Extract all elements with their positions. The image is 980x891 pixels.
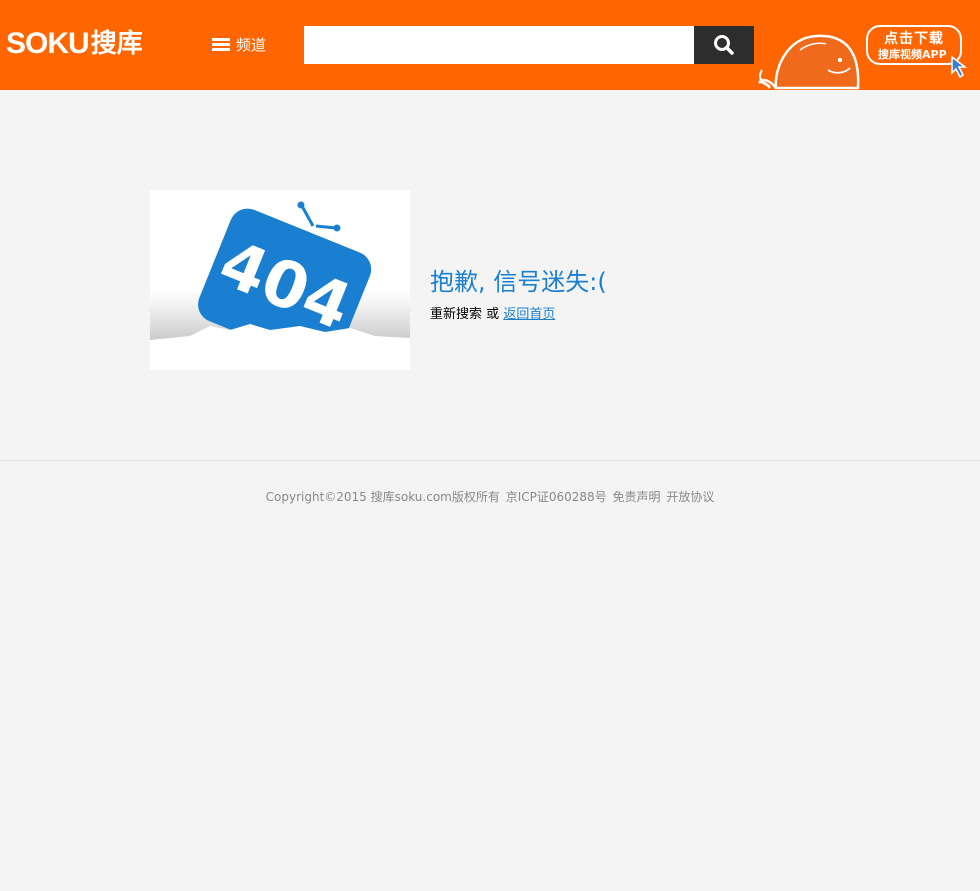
- or-text: 或: [486, 307, 500, 322]
- icp-link[interactable]: 京ICP证060288号: [506, 490, 607, 504]
- channel-label: 频道: [236, 36, 267, 54]
- error-404-illustration: 404: [150, 190, 410, 370]
- header-bar: SOKU 搜库 频道 点击下载 搜库视频APP: [0, 0, 980, 90]
- search-input[interactable]: [304, 26, 694, 64]
- footer: Copyright©2015 搜库soku.com版权所有 京ICP证06028…: [0, 489, 980, 505]
- soku-logo[interactable]: SOKU 搜库: [6, 28, 143, 60]
- channel-menu-button[interactable]: 频道: [212, 34, 266, 56]
- menu-icon: [212, 38, 230, 52]
- error-actions: 重新搜索 或 返回首页: [430, 306, 555, 324]
- home-link[interactable]: 返回首页: [503, 307, 555, 322]
- logo-text-cn: 搜库: [90, 29, 143, 59]
- badge-line1: 点击下载: [884, 31, 944, 47]
- search-button[interactable]: [694, 26, 754, 64]
- copyright-text: Copyright©2015 搜库soku.com版权所有: [265, 490, 500, 504]
- disclaimer-link[interactable]: 免责声明: [612, 490, 660, 504]
- logo-text-en: SOKU: [6, 27, 90, 60]
- cursor-arrow-icon: [951, 55, 968, 79]
- footer-divider: [0, 460, 980, 461]
- whale-mascot-icon: [757, 34, 860, 90]
- badge-line2: 搜库视频APP: [878, 48, 947, 61]
- research-link[interactable]: 重新搜索: [430, 307, 482, 322]
- search-icon: [714, 35, 734, 55]
- app-download-badge[interactable]: 点击下载 搜库视频APP: [866, 25, 972, 79]
- open-protocol-link[interactable]: 开放协议: [666, 490, 714, 504]
- tv-404-icon: 404: [150, 201, 410, 370]
- error-title: 抱歉, 信号迷失:(: [430, 268, 607, 296]
